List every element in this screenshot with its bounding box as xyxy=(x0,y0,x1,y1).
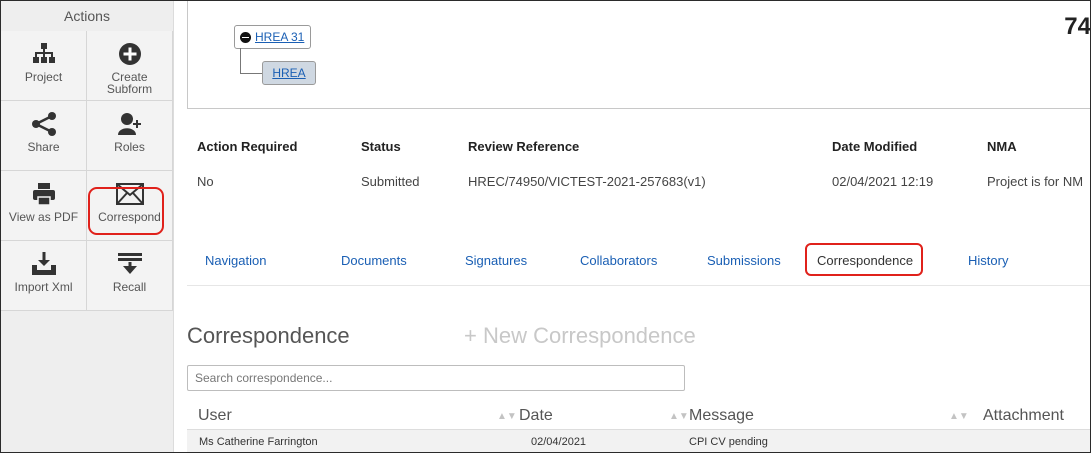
import-xml-label: Import Xml xyxy=(14,280,73,294)
project-label: Project xyxy=(24,70,63,84)
printer-icon xyxy=(1,181,86,207)
sort-message-icon[interactable]: ▲▼ xyxy=(669,411,689,422)
tree-node-parent[interactable]: HREA 31 xyxy=(234,25,312,49)
tab-collaborators[interactable]: Collaborators xyxy=(580,253,657,268)
header-action-required: Action Required xyxy=(197,139,298,154)
create-subform-button[interactable]: Create Subform xyxy=(87,31,173,101)
view-as-pdf-button[interactable]: View as PDF xyxy=(1,171,87,241)
sort-date-icon[interactable]: ▲▼ xyxy=(497,411,517,422)
roles-label: Roles xyxy=(114,140,145,154)
project-number: 74 xyxy=(1064,13,1091,40)
active-tab-highlight xyxy=(805,243,923,276)
correspond-highlight xyxy=(88,187,164,235)
actions-title: Actions xyxy=(64,8,110,24)
recall-icon xyxy=(87,251,172,277)
plus-circle-icon xyxy=(87,41,172,67)
tab-navigation[interactable]: Navigation xyxy=(205,253,266,268)
cell-user: Ms Catherine Farrington xyxy=(199,436,318,448)
roles-button[interactable]: Roles xyxy=(87,101,173,171)
share-button[interactable]: Share xyxy=(1,101,87,171)
view-as-pdf-label: View as PDF xyxy=(8,210,79,224)
tree-connector xyxy=(240,48,263,74)
table-row[interactable]: Ms Catherine Farrington 02/04/2021 CPI C… xyxy=(187,430,1090,452)
column-date[interactable]: Date xyxy=(519,407,553,425)
recall-label: Recall xyxy=(112,280,147,294)
cell-nma: Project is for NM xyxy=(987,174,1084,189)
section-title: Correspondence xyxy=(187,323,350,348)
tabs-divider xyxy=(187,285,1090,286)
project-hierarchy-icon xyxy=(1,41,86,67)
tree-parent-link[interactable]: HREA 31 xyxy=(255,30,304,44)
recall-button[interactable]: Recall xyxy=(87,241,173,311)
cell-status: Submitted xyxy=(361,174,420,189)
import-tray-icon xyxy=(1,251,86,277)
tab-submissions[interactable]: Submissions xyxy=(707,253,781,268)
cell-review-reference: HREC/74950/VICTEST-2021-257683(v1) xyxy=(468,174,706,189)
collapse-icon[interactable] xyxy=(240,31,251,43)
header-review-reference: Review Reference xyxy=(468,139,580,154)
actions-sidebar: Actions Project Create Subform Share Rol… xyxy=(1,1,174,452)
column-message[interactable]: Message xyxy=(689,407,754,425)
tab-documents[interactable]: Documents xyxy=(341,253,407,268)
share-label: Share xyxy=(27,140,60,154)
project-tree-panel: HREA 31 HREA 74 xyxy=(187,1,1091,109)
project-button[interactable]: Project xyxy=(1,31,87,101)
cell-date-modified: 02/04/2021 12:19 xyxy=(832,174,934,189)
tree-child-link[interactable]: HREA xyxy=(272,66,305,80)
tree-node-child[interactable]: HREA xyxy=(262,61,316,85)
tab-signatures[interactable]: Signatures xyxy=(465,253,527,268)
cell-action-required: No xyxy=(197,174,214,189)
header-nma: NMA xyxy=(987,139,1017,154)
create-subform-label-line2: Subform xyxy=(106,82,153,96)
tab-history[interactable]: History xyxy=(968,253,1008,268)
search-input[interactable] xyxy=(187,365,685,391)
share-icon xyxy=(1,111,86,137)
user-plus-icon xyxy=(87,111,172,137)
cell-date: 02/04/2021 xyxy=(531,436,587,448)
cell-message: CPI CV pending xyxy=(689,436,768,448)
import-xml-button[interactable]: Import Xml xyxy=(1,241,87,311)
header-date-modified: Date Modified xyxy=(832,139,918,154)
column-user[interactable]: User xyxy=(198,407,232,425)
new-correspondence-button[interactable]: + New Correspondence xyxy=(464,323,696,349)
column-attachment[interactable]: Attachment xyxy=(983,407,1064,425)
sort-attachment-icon[interactable]: ▲▼ xyxy=(949,411,969,422)
app-frame: Actions Project Create Subform Share Rol… xyxy=(0,0,1091,453)
header-status: Status xyxy=(361,139,401,154)
